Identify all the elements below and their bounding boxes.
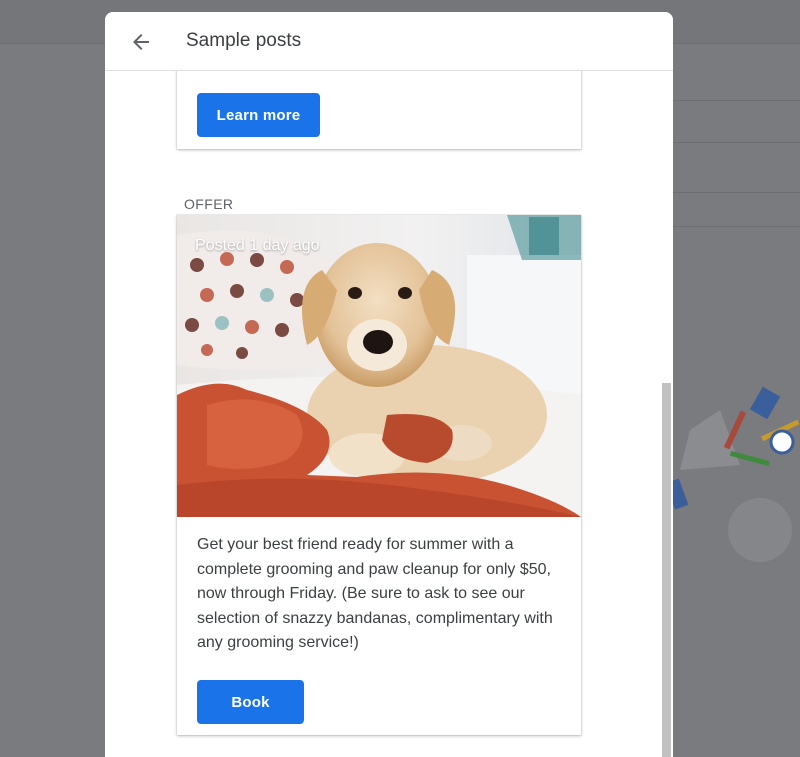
- background-divider: [672, 226, 800, 227]
- offer-post-image: Posted 1 day ago: [177, 215, 581, 517]
- arrow-left-icon: [133, 34, 149, 50]
- book-button[interactable]: Book: [197, 680, 304, 724]
- offer-post-card: Posted 1 day ago Get your best friend re…: [177, 215, 581, 735]
- back-button[interactable]: [127, 28, 155, 56]
- learn-more-button[interactable]: Learn more: [197, 93, 320, 137]
- dialog-title: Sample posts: [186, 30, 302, 51]
- background-illustration: [665, 386, 800, 562]
- offer-section-label: OFFER: [184, 196, 234, 212]
- posted-time-label: Posted 1 day ago: [195, 237, 320, 254]
- previous-post-card: Learn more: [177, 61, 581, 149]
- dialog-header: Sample posts: [105, 12, 673, 71]
- scrollbar-thumb[interactable]: [662, 383, 671, 757]
- posts-scroll-area[interactable]: Learn more OFFER Posted 1 day ago Get yo…: [105, 61, 673, 757]
- offer-description: Get your best friend ready for summer wi…: [197, 536, 553, 651]
- sample-posts-dialog: Sample posts Learn more OFFER Posted 1 d…: [105, 12, 673, 757]
- background-divider: [672, 100, 800, 101]
- background-divider: [672, 142, 800, 143]
- background-divider: [672, 192, 800, 193]
- puppy-photo: [177, 215, 581, 517]
